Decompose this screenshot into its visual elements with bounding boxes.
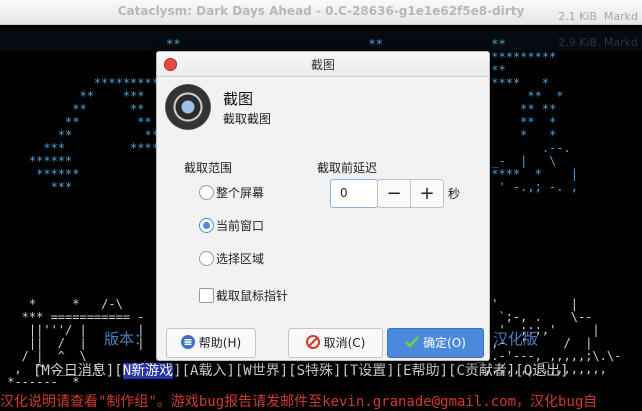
radio-select-region[interactable] [199, 251, 214, 266]
cancel-button[interactable]: 取消(C) [288, 328, 383, 358]
radio-current-window[interactable] [199, 218, 214, 233]
delay-unit: 秒 [448, 187, 461, 201]
pointer-checkbox[interactable] [199, 288, 214, 303]
window-title-bar[interactable]: Cataclysm: Dark Days Ahead - 0.C-28636-g… [0, 0, 642, 25]
menu-after[interactable]: ][A载入][W世界][S特殊][T设置][E帮助][C贡献者][Q退出] [173, 363, 568, 379]
app-subtitle: 截取截图 [223, 112, 272, 126]
delay-label: 截取前延迟 [317, 161, 378, 175]
scope-label: 截取范围 [184, 161, 233, 175]
camera-icon [165, 84, 211, 130]
radio-label-select-region[interactable]: 选择区域 [216, 250, 264, 267]
cancel-icon [305, 335, 320, 349]
decrement-button[interactable]: − [378, 180, 410, 207]
menu-new-game[interactable]: N新游戏 [122, 363, 174, 379]
window-title: Cataclysm: Dark Days Ahead - 0.C-28636-g… [117, 4, 525, 18]
radio-entire-screen[interactable] [199, 185, 214, 200]
checkmark-icon [405, 336, 420, 348]
dialog-title-bar[interactable]: 截图 [157, 52, 489, 77]
main-menu[interactable]: [M今日消息][N新游戏][A载入][W世界][S特殊][T设置][E帮助][C… [33, 360, 569, 380]
help-button-label: 帮助(H) [198, 336, 242, 350]
radio-label-current-window[interactable]: 当前窗口 [216, 217, 264, 234]
chinese-edition-label: 汉化版 [492, 330, 538, 348]
help-button[interactable]: 帮助(H) [166, 328, 256, 358]
delay-input[interactable]: 0 [330, 179, 378, 208]
version-label: 版本： [104, 330, 150, 348]
screenshot-dialog[interactable]: 截图 截图 截取截图 截取范围 截取前延迟 整个屏幕 当前窗口 选择区域 0 −… [156, 51, 490, 361]
delay-stepper[interactable]: − + [377, 179, 444, 208]
radio-label-entire-screen[interactable]: 整个屏幕 [216, 184, 264, 201]
app-name: 截图 [223, 90, 254, 108]
help-icon [180, 335, 195, 349]
increment-button[interactable]: + [411, 180, 443, 207]
cancel-button-label: 取消(C) [323, 336, 366, 350]
delay-value: 0 [340, 186, 348, 200]
dialog-title: 截图 [310, 58, 335, 72]
pointer-checkbox-label[interactable]: 截取鼠标指针 [216, 287, 288, 304]
menu-before[interactable]: [M今日消息][ [33, 363, 123, 379]
status-line: 汉化说明请查看"制作组"。游戏bug报告请发邮件至kevin.granade@g… [0, 394, 598, 410]
ok-button[interactable]: 确定(O) [387, 328, 484, 358]
editor-size-readout: 2.1 KiB Markd [558, 10, 638, 23]
ok-button-label: 确定(O) [423, 336, 466, 350]
